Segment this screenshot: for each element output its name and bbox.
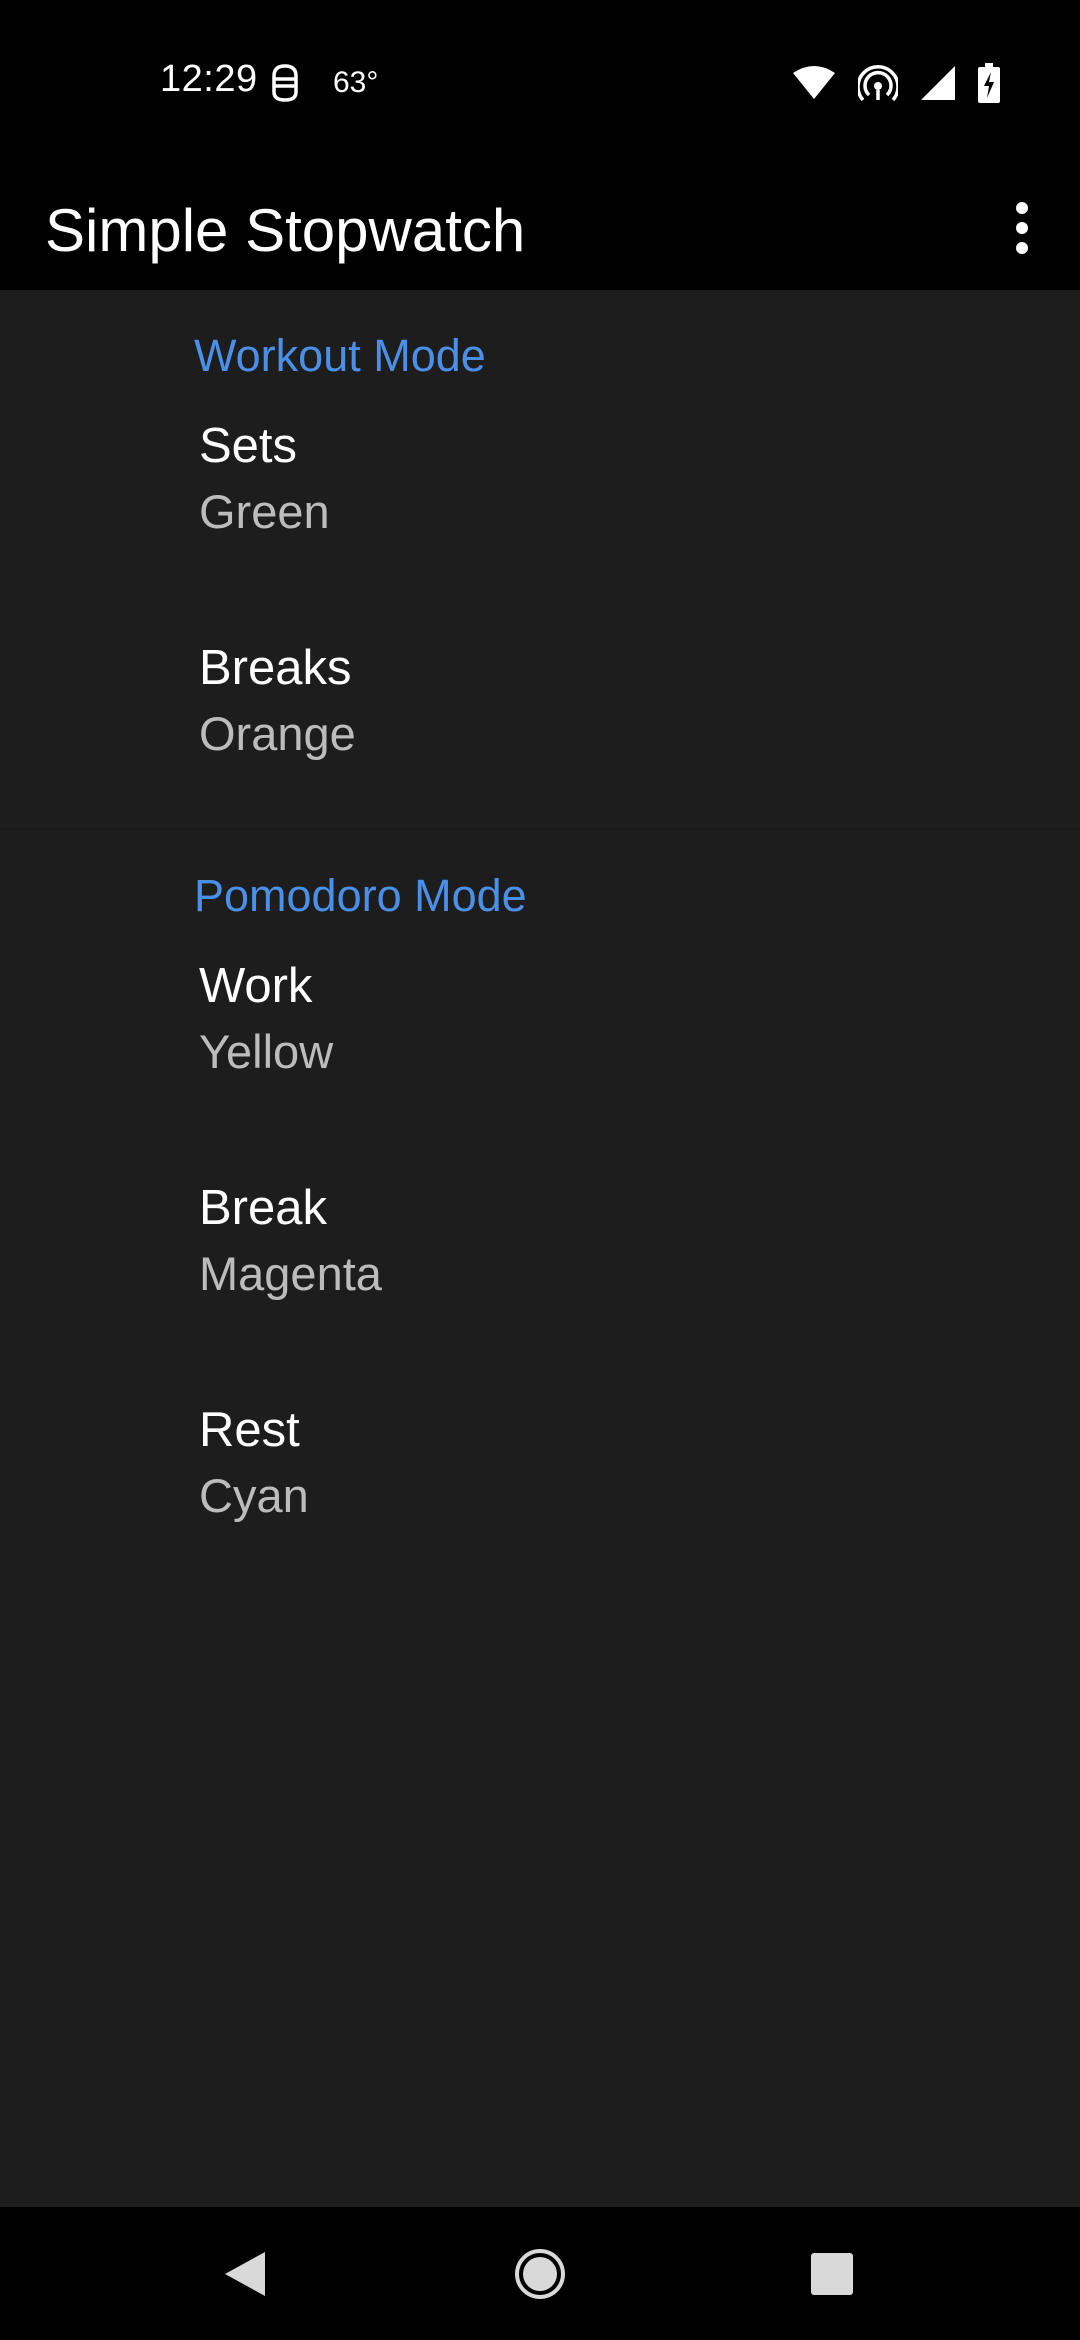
preference-summary: Green: [199, 485, 330, 538]
category-title-workout-mode: Workout Mode: [194, 330, 486, 381]
preference-title: Breaks: [199, 641, 352, 695]
preference-title: Work: [199, 959, 313, 1013]
category-title-pomodoro-mode: Pomodoro Mode: [194, 870, 527, 921]
status-bar: 12:29 63°: [0, 0, 1080, 165]
recents-icon[interactable]: [757, 2207, 907, 2340]
home-icon[interactable]: [465, 2207, 615, 2340]
preference-break[interactable]: Break Magenta: [0, 1180, 1080, 1400]
app-title: Simple Stopwatch: [45, 197, 526, 264]
app-notification-icon: [270, 62, 300, 102]
preference-summary: Orange: [199, 707, 356, 760]
battery-charging-icon: [978, 63, 1000, 103]
preference-summary: Cyan: [199, 1469, 309, 1522]
settings-screen: 12:29 63° Simple Stopwatch Workout Mode …: [0, 0, 1080, 2340]
navigation-bar: [0, 2207, 1080, 2340]
app-bar: Simple Stopwatch: [0, 165, 1080, 290]
preference-work[interactable]: Work Yellow: [0, 958, 1080, 1178]
preference-summary: Magenta: [199, 1247, 382, 1300]
cell-signal-icon: [920, 65, 956, 101]
hotspot-icon: [858, 64, 898, 102]
preference-breaks[interactable]: Breaks Orange: [0, 640, 1080, 860]
preference-title: Break: [199, 1181, 328, 1235]
preference-title: Sets: [199, 419, 298, 473]
wifi-icon: [792, 65, 836, 101]
preference-rest[interactable]: Rest Cyan: [0, 1402, 1080, 1622]
status-icons: [792, 60, 1000, 106]
status-temperature: 63°: [333, 66, 379, 99]
category-divider: [0, 828, 1080, 830]
back-icon[interactable]: [170, 2207, 320, 2340]
preference-sets[interactable]: Sets Green: [0, 418, 1080, 638]
preference-title: Rest: [199, 1403, 300, 1457]
status-time: 12:29: [160, 58, 258, 100]
more-vert-icon[interactable]: [982, 183, 1062, 273]
preference-summary: Yellow: [199, 1025, 334, 1078]
